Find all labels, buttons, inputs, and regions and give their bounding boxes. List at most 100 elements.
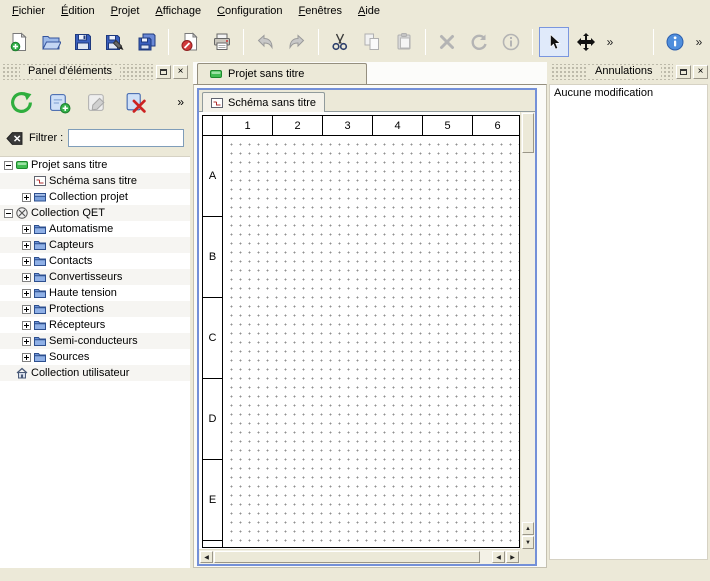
menu-fenetres[interactable]: Fenêtres (291, 2, 350, 20)
tree-item-convertisseurs[interactable]: Convertisseurs (0, 269, 190, 285)
tree-item-semi-conducteurs[interactable]: Semi-conducteurs (0, 333, 190, 349)
schema-sheet[interactable]: 1 2 3 4 5 6 A B C D (202, 115, 520, 548)
status-bar (0, 568, 710, 581)
folder-icon (34, 239, 46, 251)
menu-aide[interactable]: Aide (350, 2, 388, 20)
expand-icon[interactable] (22, 241, 31, 250)
vertical-scroll-thumb[interactable] (522, 113, 534, 153)
move-tool-button[interactable] (571, 27, 601, 57)
scroll-down-button[interactable]: ▼ (522, 536, 534, 549)
save-as-button[interactable] (100, 27, 130, 57)
paste-button[interactable] (389, 27, 419, 57)
open-project-button[interactable] (36, 27, 66, 57)
ruler-row-cell: C (203, 298, 222, 379)
print-button[interactable] (207, 27, 237, 57)
info-icon (501, 32, 521, 52)
tree-item-projet-sans-titre[interactable]: Projet sans titre (0, 157, 190, 173)
redo-button[interactable] (282, 27, 312, 57)
folder-icon (34, 351, 46, 363)
new-document-button[interactable] (4, 27, 34, 57)
project-collection-icon (34, 191, 46, 203)
panel-toolbar-overflow-button[interactable]: » (177, 95, 184, 109)
scroll-left-button-secondary[interactable]: ◀ (492, 551, 505, 563)
ruler-rows: A B C D E (203, 136, 223, 547)
ruler-col-cell: 6 (473, 116, 519, 135)
undo-panel-titlebar[interactable]: Annulations × (551, 64, 708, 80)
expand-icon[interactable] (22, 193, 31, 202)
tree-item-collection-qet[interactable]: Collection QET (0, 205, 190, 221)
menu-affichage[interactable]: Affichage (147, 2, 209, 20)
expand-icon[interactable] (22, 273, 31, 282)
tree-item-automatisme[interactable]: Automatisme (0, 221, 190, 237)
close-project-button[interactable] (175, 27, 205, 57)
expand-icon[interactable] (22, 353, 31, 362)
cut-button[interactable] (325, 27, 355, 57)
toolbar-overflow-button[interactable]: » (603, 29, 617, 55)
elements-panel-toolbar: » (0, 84, 190, 120)
close-panel-button[interactable]: × (173, 65, 188, 79)
new-element-button[interactable] (44, 87, 74, 117)
expand-icon[interactable] (22, 305, 31, 314)
edit-element-button[interactable] (82, 87, 112, 117)
expand-icon[interactable] (22, 225, 31, 234)
copy-button[interactable] (357, 27, 387, 57)
horizontal-scroll-thumb[interactable] (214, 551, 480, 563)
undo-empty-item: Aucune modification (550, 85, 707, 101)
collapse-icon[interactable] (4, 161, 13, 170)
horizontal-scrollbar[interactable]: ◀ ◀ ▶ (199, 549, 520, 564)
select-tool-button[interactable] (539, 27, 569, 57)
print-icon (212, 32, 232, 52)
folder-icon (34, 223, 46, 235)
tree-item-haute-tension[interactable]: Haute tension (0, 285, 190, 301)
elements-tree: Projet sans titre Schéma sans titre Coll… (0, 156, 190, 568)
elements-panel-titlebar[interactable]: Panel d'éléments × (2, 64, 188, 80)
vertical-scrollbar[interactable]: ▲ ▼ (520, 112, 535, 549)
folder-icon (34, 319, 46, 331)
menu-fichier[interactable]: Fichier (4, 2, 53, 20)
tree-item-recepteurs[interactable]: Récepteurs (0, 317, 190, 333)
float-icon (680, 69, 687, 75)
expand-icon[interactable] (22, 321, 31, 330)
tree-item-label: Capteurs (49, 239, 94, 251)
expand-icon[interactable] (22, 337, 31, 346)
reload-collections-button[interactable] (6, 87, 36, 117)
toolbar-overflow-button-2[interactable]: » (692, 29, 706, 55)
undo-icon (255, 32, 275, 52)
float-panel-button[interactable] (156, 65, 171, 79)
clear-filter-button[interactable] (6, 129, 24, 147)
schema-grid-canvas[interactable] (224, 137, 519, 547)
tree-item-collection-utilisateur[interactable]: Collection utilisateur (0, 365, 190, 381)
filter-input[interactable] (68, 129, 184, 147)
expand-icon[interactable] (22, 257, 31, 266)
tree-item-collection-projet[interactable]: Collection projet (0, 189, 190, 205)
delete-button[interactable] (432, 27, 462, 57)
scroll-left-button[interactable]: ◀ (200, 551, 213, 563)
ruler-col-cell: 3 (323, 116, 373, 135)
menu-configuration[interactable]: Configuration (209, 2, 290, 20)
tree-item-label: Sources (49, 351, 89, 363)
menu-projet[interactable]: Projet (103, 2, 148, 20)
menu-edition[interactable]: Édition (53, 2, 103, 20)
tree-item-schema-sans-titre[interactable]: Schéma sans titre (0, 173, 190, 189)
save-all-button[interactable] (132, 27, 162, 57)
undo-button[interactable] (250, 27, 280, 57)
tab-schema-sans-titre[interactable]: Schéma sans titre (202, 92, 325, 112)
float-undo-panel-button[interactable] (676, 65, 691, 79)
scroll-right-button[interactable]: ▶ (506, 551, 519, 563)
element-info-button[interactable] (496, 27, 526, 57)
tree-item-capteurs[interactable]: Capteurs (0, 237, 190, 253)
tree-item-sources[interactable]: Sources (0, 349, 190, 365)
collapse-icon[interactable] (4, 209, 13, 218)
expand-icon[interactable] (22, 289, 31, 298)
save-button[interactable] (68, 27, 98, 57)
delete-element-button[interactable] (120, 87, 150, 117)
ruler-corner (203, 116, 223, 136)
tree-item-label: Contacts (49, 255, 92, 267)
project-info-button[interactable] (660, 27, 690, 57)
tree-item-contacts[interactable]: Contacts (0, 253, 190, 269)
rotate-button[interactable] (464, 27, 494, 57)
tab-projet-sans-titre[interactable]: Projet sans titre (197, 63, 367, 84)
tree-item-protections[interactable]: Protections (0, 301, 190, 317)
close-undo-panel-button[interactable]: × (693, 65, 708, 79)
scroll-up-button[interactable]: ▲ (522, 522, 534, 535)
